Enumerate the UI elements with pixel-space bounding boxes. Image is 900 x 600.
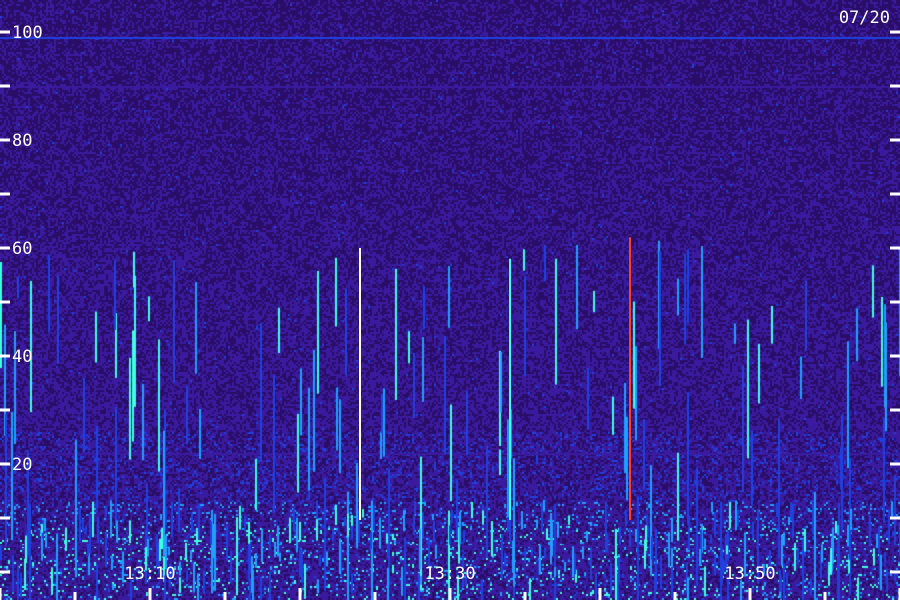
y-tick-label-20: 20 (12, 455, 32, 475)
y-tick-label-60: 60 (12, 239, 32, 259)
x-time-label-1: 13:30 (424, 564, 475, 584)
date-label: 07/20 (839, 8, 890, 28)
y-tick-label-100: 100 (12, 23, 43, 43)
x-time-label-0: 13:10 (124, 564, 175, 584)
spectrogram-chart: 20 40 60 80 100 13:10 13:30 13:50 07/20 (0, 8, 900, 600)
x-time-label-2: 13:50 (724, 564, 775, 584)
y-tick-label-40: 40 (12, 347, 32, 367)
y-tick-label-80: 80 (12, 131, 32, 151)
spectrogram-view: 20 40 60 80 100 13:10 13:30 13:50 07/20 (0, 0, 900, 600)
